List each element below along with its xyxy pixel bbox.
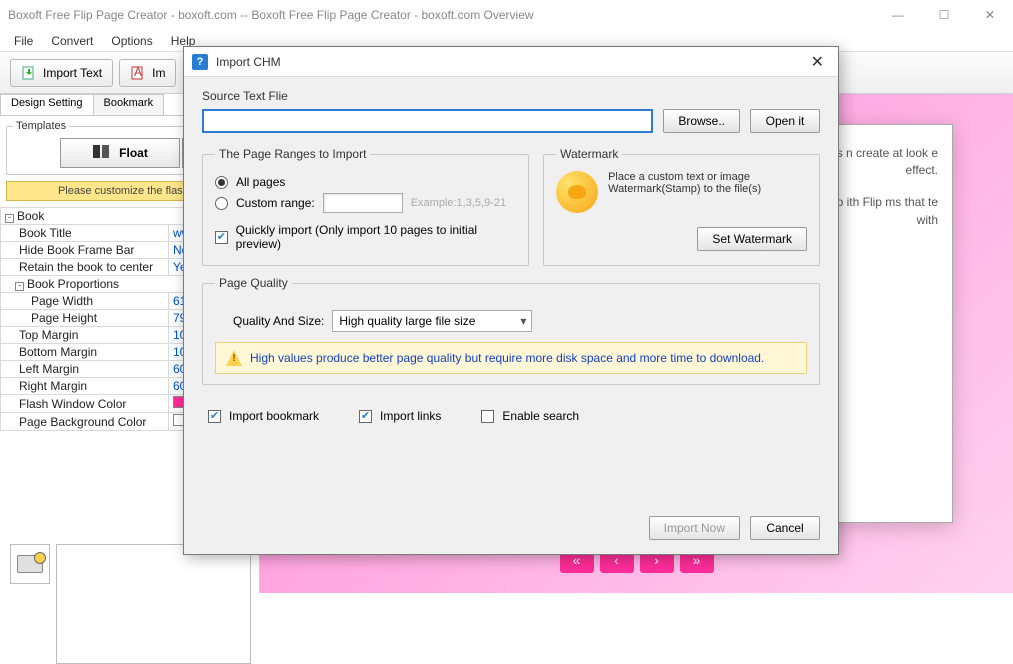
custom-range-hint: Example:1,3,5,9-21: [411, 197, 506, 209]
menu-file[interactable]: File: [6, 32, 41, 50]
set-watermark-button[interactable]: Set Watermark: [697, 227, 807, 251]
window-title: Boxoft Free Flip Page Creator - boxoft.c…: [8, 8, 875, 22]
warning-icon: !: [226, 350, 242, 366]
template-float-label: Float: [119, 146, 148, 160]
prop-right-margin[interactable]: Right Margin: [1, 378, 169, 395]
prop-flash-color[interactable]: Flash Window Color: [1, 395, 169, 413]
book-icon: [91, 143, 111, 164]
custom-range-radio[interactable]: [215, 197, 228, 210]
enable-search-checkbox[interactable]: [481, 410, 494, 423]
page-ranges-group: The Page Ranges to Import All pages Cust…: [202, 147, 529, 266]
menu-options[interactable]: Options: [103, 32, 160, 50]
watermark-icon: [556, 171, 598, 213]
import-bookmark-label: Import bookmark: [229, 409, 319, 423]
import-pdf-icon: A: [130, 65, 146, 81]
tab-design-setting[interactable]: Design Setting: [0, 94, 94, 115]
quality-info-bar: ! High values produce better page qualit…: [215, 342, 807, 374]
close-button[interactable]: ✕: [967, 0, 1013, 30]
prop-bottom-margin[interactable]: Bottom Margin: [1, 344, 169, 361]
prop-retain-center[interactable]: Retain the book to center: [1, 259, 169, 276]
dialog-titlebar: ? Import CHM ✕: [184, 47, 838, 77]
svg-text:A: A: [134, 65, 142, 79]
import-text-icon: [21, 65, 37, 81]
page-quality-group: Page Quality Quality And Size: High qual…: [202, 276, 820, 385]
import-text-label: Import Text: [43, 66, 102, 80]
window-titlebar: Boxoft Free Flip Page Creator - boxoft.c…: [0, 0, 1013, 30]
all-pages-label: All pages: [236, 175, 285, 189]
watermark-legend: Watermark: [556, 147, 622, 161]
import-links-checkbox[interactable]: ✔: [359, 410, 372, 423]
tab-bookmark[interactable]: Bookmark: [93, 94, 165, 115]
dialog-close-button[interactable]: ✕: [805, 50, 830, 74]
custom-range-input[interactable]: [323, 193, 403, 213]
page-quality-legend: Page Quality: [215, 276, 292, 290]
template-float-button[interactable]: Float: [60, 138, 180, 168]
templates-legend: Templates: [13, 120, 69, 132]
prop-hide-frame[interactable]: Hide Book Frame Bar: [1, 242, 169, 259]
menu-convert[interactable]: Convert: [43, 32, 101, 50]
quality-size-select[interactable]: High quality large file size: [332, 310, 532, 332]
source-file-input[interactable]: [202, 109, 653, 133]
quickly-import-checkbox[interactable]: ✔: [215, 231, 228, 244]
quality-size-label: Quality And Size:: [233, 314, 324, 328]
quality-info-text: High values produce better page quality …: [250, 351, 764, 365]
import-chm-dialog: ? Import CHM ✕ Source Text Flie Browse..…: [183, 46, 839, 555]
import-links-label: Import links: [380, 409, 441, 423]
prop-page-height[interactable]: Page Height: [1, 310, 169, 327]
prop-left-margin[interactable]: Left Margin: [1, 361, 169, 378]
import-bookmark-checkbox[interactable]: ✔: [208, 410, 221, 423]
quickly-import-label: Quickly import (Only import 10 pages to …: [236, 223, 516, 251]
open-it-button[interactable]: Open it: [750, 109, 820, 133]
preview-thumb-area: [56, 544, 251, 664]
minimize-button[interactable]: —: [875, 0, 921, 30]
all-pages-radio[interactable]: [215, 176, 228, 189]
dialog-app-icon: ?: [192, 54, 208, 70]
enable-search-label: Enable search: [502, 409, 579, 423]
import-now-button[interactable]: Import Now: [649, 516, 740, 540]
custom-range-label: Custom range:: [236, 196, 315, 210]
import-pdf-button[interactable]: A Im: [119, 59, 176, 87]
import-text-button[interactable]: Import Text: [10, 59, 113, 87]
prop-book-title[interactable]: Book Title: [1, 225, 169, 242]
disk-icon: [17, 555, 43, 573]
prop-page-bg[interactable]: Page Background Color: [1, 413, 169, 431]
watermark-group: Watermark Place a custom text or image W…: [543, 147, 820, 266]
watermark-text: Place a custom text or image Watermark(S…: [608, 171, 807, 195]
source-file-label: Source Text Flie: [202, 89, 820, 103]
browse-button[interactable]: Browse..: [663, 109, 740, 133]
dialog-title: Import CHM: [216, 55, 805, 69]
prop-top-margin[interactable]: Top Margin: [1, 327, 169, 344]
prop-page-width[interactable]: Page Width: [1, 293, 169, 310]
cancel-button[interactable]: Cancel: [750, 516, 820, 540]
import-pdf-label: Im: [152, 66, 165, 80]
maximize-button[interactable]: ☐: [921, 0, 967, 30]
apply-preset-button[interactable]: [10, 544, 50, 584]
page-ranges-legend: The Page Ranges to Import: [215, 147, 370, 161]
